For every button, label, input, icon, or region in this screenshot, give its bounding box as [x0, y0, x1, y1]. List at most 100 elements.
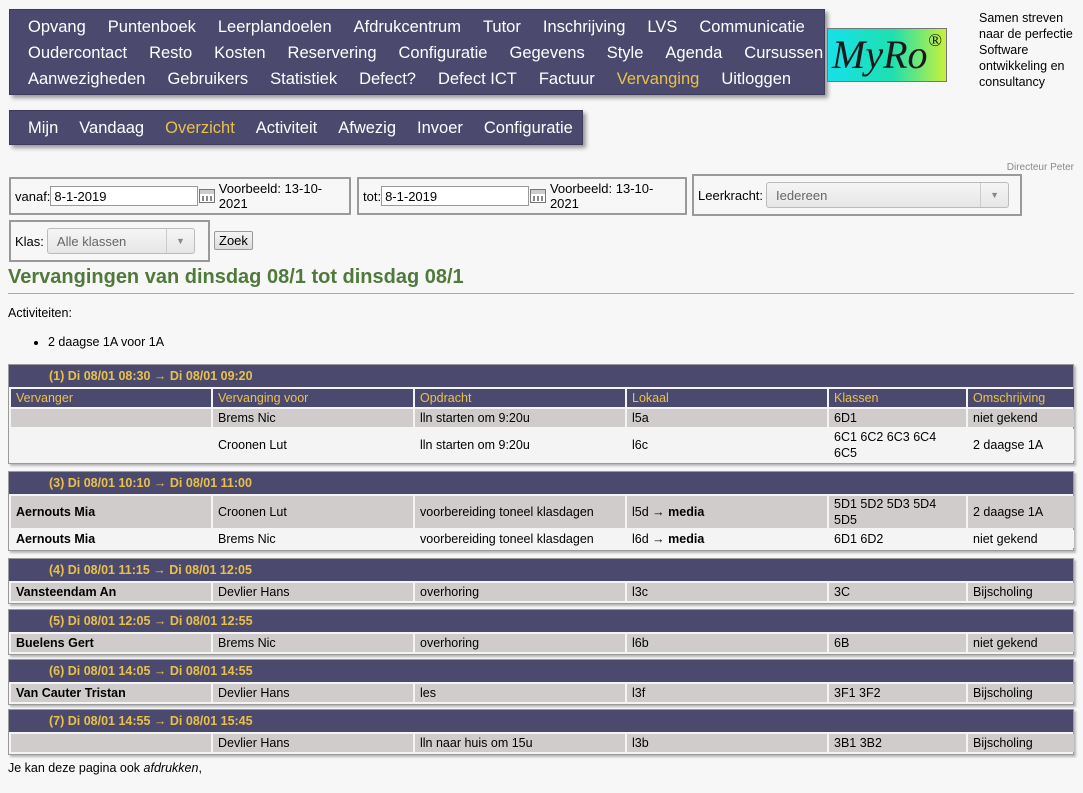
block-header: (4) Di 08/01 11:15 → Di 08/01 12:05 [9, 559, 1073, 581]
cell-vervanger: Vansteendam An [11, 583, 211, 601]
cell-voor: Croonen Lut [213, 496, 413, 528]
vanaf-label: vanaf: [15, 188, 51, 204]
cell-voor: Brems Nic [213, 530, 413, 548]
cell-omschrijving: 2 daagse 1A [968, 429, 1074, 461]
cell-opdracht: lln naar huis om 15u [415, 734, 625, 752]
cell-omschrijving: niet gekend [968, 530, 1074, 548]
menu-item-oudercontact[interactable]: Oudercontact [28, 40, 127, 66]
cell-voor: Brems Nic [213, 634, 413, 652]
menu-item-reservering[interactable]: Reservering [288, 40, 377, 66]
block-header: (5) Di 08/01 12:05 → Di 08/01 12:55 [9, 610, 1073, 632]
cell-lokaal: l3b [627, 734, 827, 752]
column-header: Klassen [829, 389, 966, 407]
block-header: (7) Di 08/01 14:55 → Di 08/01 15:45 [9, 710, 1073, 732]
cell-opdracht: voorbereiding toneel klasdagen [415, 530, 625, 548]
block-header: (3) Di 08/01 10:10 → Di 08/01 11:00 [9, 472, 1073, 494]
cell-vervanger [11, 409, 211, 427]
column-header: Vervanger [11, 389, 211, 407]
cell-opdracht: overhoring [415, 634, 625, 652]
cell-klassen: 3C [829, 583, 966, 601]
menu-item-opvang[interactable]: Opvang [28, 14, 86, 40]
menu-item-style[interactable]: Style [607, 40, 644, 66]
cell-klassen: 6C1 6C2 6C3 6C4 6C5 [829, 429, 966, 461]
menu-item-uitloggen[interactable]: Uitloggen [721, 66, 791, 92]
menu-item-tutor[interactable]: Tutor [483, 14, 521, 40]
calendar-icon[interactable] [199, 189, 215, 203]
menu-item-inschrijving[interactable]: Inschrijving [543, 14, 626, 40]
menu-item-defect-ict[interactable]: Defect ICT [438, 66, 517, 92]
tot-input[interactable] [381, 186, 530, 206]
menu-item-cursussen[interactable]: Cursussen [744, 40, 823, 66]
vanaf-filter: vanaf: Voorbeeld: 13-10-2021 [9, 177, 351, 215]
column-header: Lokaal [627, 389, 827, 407]
cell-vervanger: Van Cauter Tristan [11, 684, 211, 702]
cell-opdracht: lln starten om 9:20u [415, 409, 625, 427]
current-user: Directeur Peter [1006, 162, 1074, 173]
leerkracht-filter: Leerkracht: Iedereen ▼ [692, 174, 1022, 216]
replacement-block: (4) Di 08/01 11:15 → Di 08/01 12:05 Vanst… [8, 558, 1074, 604]
cell-opdracht: voorbereiding toneel klasdagen [415, 496, 625, 528]
cell-vervanger [11, 734, 211, 752]
menu-item-lvs[interactable]: LVS [647, 14, 677, 40]
menu-item-resto[interactable]: Resto [149, 40, 192, 66]
table-row: Van Cauter Tristan Devlier Hans les l3f 3F1 … [11, 684, 1074, 702]
klas-label: Klas: [15, 233, 44, 249]
zoek-button[interactable]: Zoek [214, 231, 253, 250]
submenu-item-vandaag[interactable]: Vandaag [79, 115, 144, 141]
block-header: (6) Di 08/01 14:05 → Di 08/01 14:55 [9, 660, 1073, 682]
cell-lokaal: l6c [627, 429, 827, 461]
leerkracht-label: Leerkracht: [698, 187, 764, 203]
submenu-item-activiteit[interactable]: Activiteit [256, 115, 317, 141]
print-link[interactable]: afdrukken [144, 761, 199, 775]
table-header-row: Vervanger Vervanging voor Opdracht Lokaal Kl… [11, 389, 1074, 407]
menu-item-communicatie[interactable]: Communicatie [699, 14, 804, 40]
menu-item-gegevens[interactable]: Gegevens [510, 40, 585, 66]
footer: Je kan deze pagina ook afdrukken, [8, 761, 202, 775]
leerkracht-select[interactable]: Iedereen ▼ [766, 182, 1010, 208]
klas-select[interactable]: Alle klassen ▼ [46, 228, 195, 254]
menu-item-defect-[interactable]: Defect? [359, 66, 416, 92]
cell-klassen: 6B [829, 634, 966, 652]
block-header: (1) Di 08/01 08:30 → Di 08/01 09:20 [9, 365, 1073, 387]
menu-item-agenda[interactable]: Agenda [665, 40, 722, 66]
menu-item-afdrukcentrum[interactable]: Afdrukcentrum [354, 14, 461, 40]
cell-voor: Devlier Hans [213, 684, 413, 702]
submenu-item-mijn[interactable]: Mijn [28, 115, 58, 141]
cell-vervanger: Buelens Gert [11, 634, 211, 652]
vanaf-input[interactable] [50, 186, 199, 206]
vanaf-example: Voorbeeld: 13-10-2021 [218, 181, 323, 211]
menu-item-puntenboek[interactable]: Puntenboek [108, 14, 196, 40]
submenu-item-configuratie[interactable]: Configuratie [484, 115, 573, 141]
chevron-down-icon: ▼ [980, 183, 1008, 207]
menu-item-statistiek[interactable]: Statistiek [270, 66, 337, 92]
cell-opdracht: overhoring [415, 583, 625, 601]
submenu-item-invoer[interactable]: Invoer [417, 115, 463, 141]
cell-vervanger: Aernouts Mia [11, 496, 211, 528]
menu-item-gebruikers[interactable]: Gebruikers [167, 66, 248, 92]
table-row: Devlier Hans lln naar huis om 15u l3b 3B1 3… [11, 734, 1074, 752]
menu-item-configuratie[interactable]: Configuratie [399, 40, 488, 66]
cell-lokaal: l6b [627, 634, 827, 652]
replacement-block: (1) Di 08/01 08:30 → Di 08/01 09:20 Verva… [8, 364, 1074, 464]
tot-filter: tot: Voorbeeld: 13-10-2021 [357, 177, 687, 215]
menu-item-aanwezigheden[interactable]: Aanwezigheden [28, 66, 145, 92]
replacement-block: (7) Di 08/01 14:55 → Di 08/01 15:45 Devli… [8, 709, 1074, 755]
table-row: Aernouts Mia Brems Nic voorbereiding tonee… [11, 530, 1074, 548]
menu-item-kosten[interactable]: Kosten [214, 40, 265, 66]
table-row: Aernouts Mia Croonen Lut voorbereiding ton… [11, 496, 1074, 528]
menu-item-leerplandoelen[interactable]: Leerplandoelen [218, 14, 332, 40]
submenu-item-afwezig[interactable]: Afwezig [338, 115, 396, 141]
cell-klassen: 6D1 [829, 409, 966, 427]
table-row: Brems Nic lln starten om 9:20u l5a 6D1 niet … [11, 409, 1074, 427]
cell-opdracht: les [415, 684, 625, 702]
myro-logo: MyRo ® [827, 28, 947, 82]
menu-item-factuur[interactable]: Factuur [539, 66, 595, 92]
cell-omschrijving: Bijscholing [968, 734, 1074, 752]
cell-vervanger: Aernouts Mia [11, 530, 211, 548]
tot-label: tot: [363, 188, 382, 204]
menu-item-vervanging[interactable]: Vervanging [617, 66, 700, 92]
cell-vervanger [11, 429, 211, 461]
submenu-item-overzicht[interactable]: Overzicht [165, 115, 235, 141]
cell-omschrijving: 2 daagse 1A [968, 496, 1074, 528]
calendar-icon[interactable] [530, 189, 546, 203]
